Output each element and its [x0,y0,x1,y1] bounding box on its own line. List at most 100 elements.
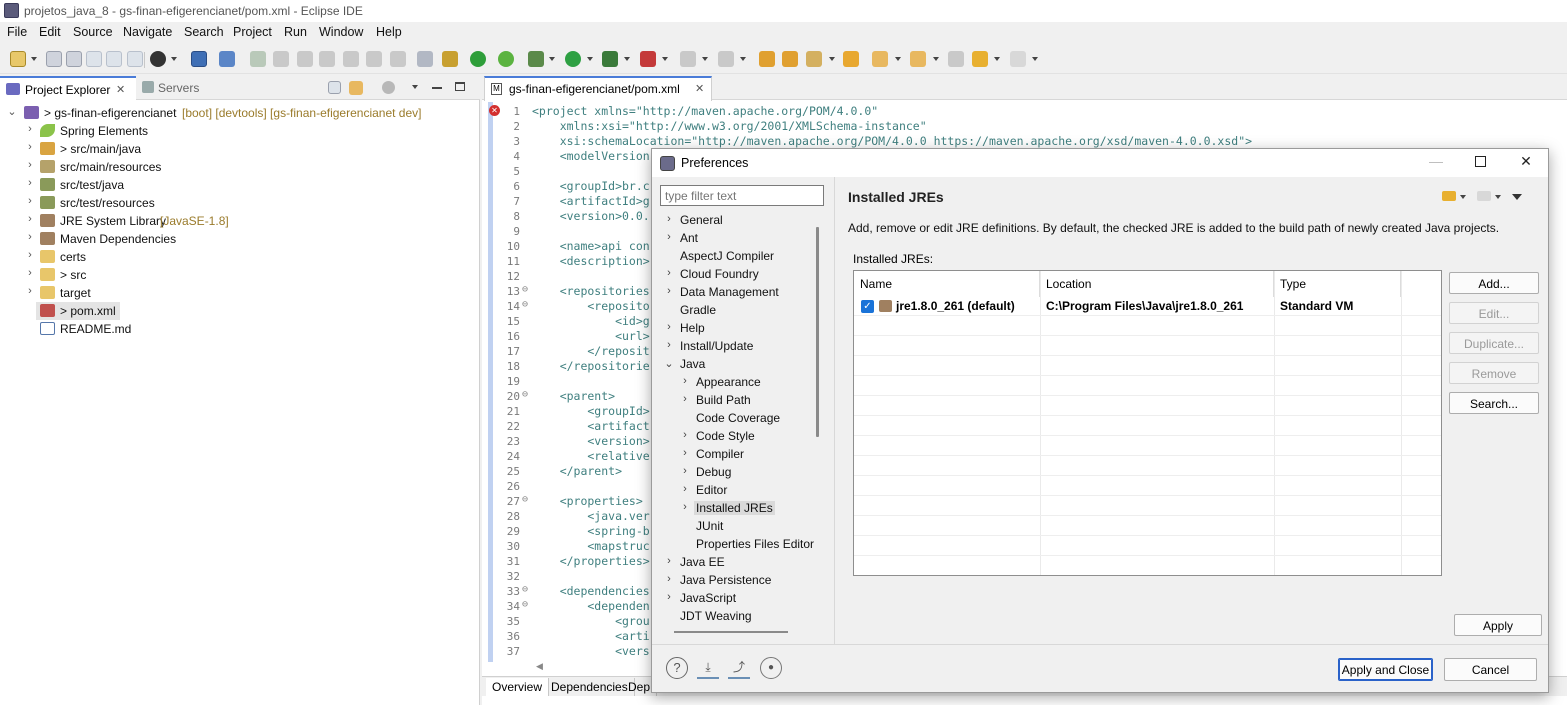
tree-item-src[interactable]: › > src [0,266,480,284]
close-icon[interactable]: ✕ [1516,153,1536,173]
chevron-right-icon[interactable]: › [25,231,35,243]
nav-item[interactable]: JDT Weaving [658,607,822,625]
nav-item[interactable]: › Appearance [658,373,822,391]
nav-item[interactable]: › Build Path [658,391,822,409]
save-icon[interactable] [46,51,62,67]
chevron-right-icon[interactable]: › [25,159,35,171]
remove-jre-button[interactable]: Remove [1449,362,1539,384]
chevron-right-icon[interactable]: › [664,321,674,333]
tree-item-src-main-java[interactable]: › > src/main/java [0,140,480,158]
search-dropdown-icon[interactable] [829,57,835,61]
stop-icon[interactable] [680,51,696,67]
relaunch-icon[interactable] [718,51,734,67]
terminate-icon[interactable] [297,51,313,67]
filter-input[interactable] [660,185,824,206]
nav-item[interactable]: › Installed JREs [658,499,822,517]
chevron-right-icon[interactable]: › [664,555,674,567]
open-folder-icon[interactable] [843,51,859,67]
next-annotation-dropdown-icon[interactable] [895,57,901,61]
resume-icon[interactable] [250,51,266,67]
previous-annotation-dropdown-icon[interactable] [933,57,939,61]
nav-item[interactable]: AspectJ Compiler [658,247,822,265]
collapse-all-icon[interactable] [328,81,341,94]
menu-edit[interactable]: Edit [39,25,61,39]
forward-dropdown-icon[interactable] [1495,195,1501,199]
scroll-left-icon[interactable]: ◀ [536,661,543,672]
new-java-package-icon[interactable] [759,51,775,67]
nav-item[interactable]: JUnit [658,517,822,535]
coverage-dropdown-icon[interactable] [624,57,630,61]
run-dropdown-icon[interactable] [587,57,593,61]
user-icon[interactable] [150,51,166,67]
duplicate-jre-button[interactable]: Duplicate... [1449,332,1539,354]
chevron-right-icon[interactable]: › [664,339,674,351]
chevron-right-icon[interactable]: › [664,231,674,243]
run-icon[interactable] [565,51,581,67]
maximize-icon[interactable] [1475,156,1486,167]
chevron-right-icon[interactable]: › [25,141,35,153]
chevron-down-icon[interactable]: ⌄ [664,357,674,370]
nav-item[interactable]: › Install/Update [658,337,822,355]
save-all-icon[interactable] [66,51,82,67]
nav-item[interactable]: › Cloud Foundry [658,265,822,283]
add-jre-button[interactable]: Add... [1449,272,1539,294]
tree-item-src-main-resources[interactable]: › src/main/resources [0,158,480,176]
tree-item-pom-xml[interactable]: > pom.xml [0,302,480,320]
search-toolbar-icon[interactable] [806,51,822,67]
minimize-icon[interactable]: — [1426,153,1446,173]
tree-item-target[interactable]: › target [0,284,480,302]
nav-item[interactable]: › Help [658,319,822,337]
help-icon[interactable]: ? [666,657,688,679]
menu-window[interactable]: Window [319,25,363,39]
external-tools-icon[interactable] [640,51,656,67]
apply-and-close-button[interactable]: Apply and Close [1338,658,1433,681]
nav-item[interactable]: › Ant [658,229,822,247]
nav-item[interactable]: Properties Files Editor [658,535,822,553]
close-icon[interactable]: ✕ [695,82,704,95]
column-header-name[interactable]: Name [854,271,1040,297]
menu-project[interactable]: Project [233,25,272,39]
menu-search[interactable]: Search [184,25,224,39]
open-type-icon[interactable] [782,51,798,67]
chevron-down-icon[interactable]: ⌄ [7,105,17,118]
fold-toggle-icon[interactable]: ⊖ [522,389,528,400]
tree-item-src-test-java[interactable]: › src/test/java [0,176,480,194]
chevron-right-icon[interactable]: › [664,285,674,297]
chevron-right-icon[interactable]: › [680,483,690,495]
new-dropdown-icon[interactable] [31,57,37,61]
tree-item-src-test-resources[interactable]: › src/test/resources [0,194,480,212]
tree-item-spring-elements[interactable]: › Spring Elements [0,122,480,140]
use-step-filters-icon[interactable] [417,51,433,67]
nav-item[interactable]: › General [658,211,822,229]
chevron-right-icon[interactable]: › [680,447,690,459]
nav-item[interactable]: › Editor [658,481,822,499]
tree-item-project-root[interactable]: ⌄ > gs-finan-efigerencianet [boot] [devt… [0,104,480,122]
chevron-right-icon[interactable]: › [664,591,674,603]
fold-toggle-icon[interactable]: ⊖ [522,284,528,295]
step-return-icon[interactable] [390,51,406,67]
column-header-type[interactable]: Type [1274,271,1401,297]
nav-item[interactable]: › Data Management [658,283,822,301]
import-icon[interactable]: ⤓ [697,657,719,679]
nav-item[interactable]: ⌄ Java [658,355,822,373]
table-row[interactable]: ✓ jre1.8.0_261 (default) C:\Program File… [854,297,1441,316]
export-icon[interactable]: ⤴ [728,657,750,679]
menu-help[interactable]: Help [376,25,402,39]
step-over-icon[interactable] [366,51,382,67]
tab-project-explorer[interactable]: Project Explorer ✕ [0,76,136,100]
external-tools-dropdown-icon[interactable] [662,57,668,61]
chevron-right-icon[interactable]: › [664,267,674,279]
close-icon[interactable]: ✕ [116,83,125,96]
tree-item-certs[interactable]: › certs [0,248,480,266]
fold-toggle-icon[interactable]: ⊖ [522,599,528,610]
back-arrow-icon[interactable] [1442,191,1456,201]
fold-toggle-icon[interactable]: ⊖ [522,299,528,310]
tab-overview[interactable]: Overview [486,678,550,696]
nav-item[interactable]: › Code Style [658,427,822,445]
search-jre-button[interactable]: Search... [1449,392,1539,414]
back-dropdown-icon[interactable] [1460,195,1466,199]
back-dropdown-icon[interactable] [994,57,1000,61]
forward-dropdown-icon[interactable] [1032,57,1038,61]
link-with-editor-icon[interactable] [349,81,363,95]
tree-item-jre-system-library[interactable]: › JRE System Library [JavaSE-1.8] [0,212,480,230]
